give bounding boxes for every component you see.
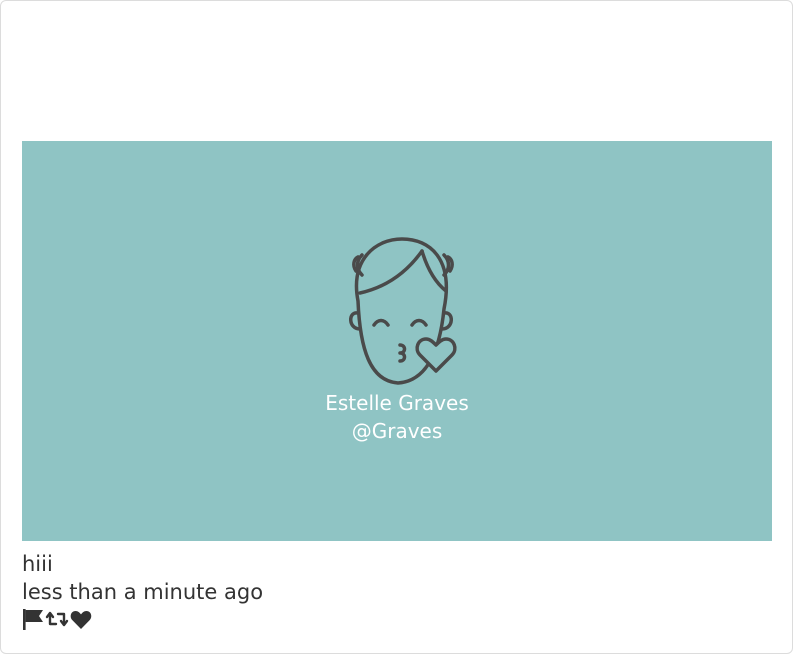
post-card: Estelle Graves @Graves hiii less than a … (0, 0, 793, 654)
post-timestamp: less than a minute ago (22, 580, 264, 604)
profile-banner: Estelle Graves @Graves (22, 141, 772, 541)
retweet-icon[interactable] (45, 607, 69, 631)
profile-name: Estelle Graves (325, 391, 469, 415)
post-actions (21, 607, 93, 631)
heart-icon[interactable] (69, 607, 93, 631)
post-text: hiii (22, 552, 53, 576)
avatar (349, 237, 457, 385)
flag-icon[interactable] (21, 607, 45, 631)
profile-handle: @Graves (351, 419, 443, 443)
